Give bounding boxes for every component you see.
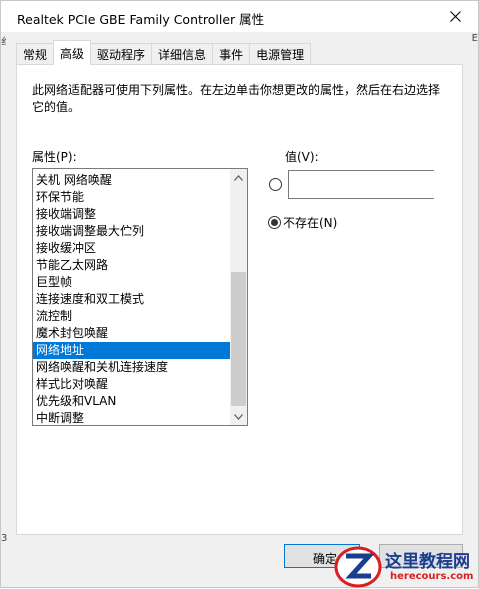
advanced-panel: 此网络适配器可使用下列属性。在左边单击你想更改的属性，然后在右边选择它的值。 属… [16,64,463,535]
property-list-item[interactable]: 魔术封包唤醒 [33,325,231,342]
background-text-fragment: E [471,33,478,44]
property-list-item[interactable]: 连接速度和双工模式 [33,291,231,308]
property-list-item[interactable]: 流控制 [33,308,231,325]
property-list-item[interactable]: 节能乙太网路 [33,257,231,274]
list-scrollbar[interactable] [230,169,247,425]
watermark-url: herecours.com [390,571,474,582]
title-bar: Realtek PCIe GBE Family Controller 属性 [1,1,478,32]
scroll-up-button[interactable] [230,169,247,186]
watermark-logo-icon [334,546,382,588]
property-list-item[interactable]: 接收端调整 [33,206,231,223]
window-title: Realtek PCIe GBE Family Controller 属性 [17,12,265,27]
close-icon [449,11,461,22]
not-present-label[interactable]: 不存在(N) [283,214,337,231]
value-label: 值(V): [285,150,319,164]
value-input[interactable] [288,170,434,199]
tab-1[interactable]: 高级 [53,40,92,65]
tab-5[interactable]: 电源管理 [249,43,312,65]
property-list-item[interactable]: 接收端调整最大伫列 [33,223,231,240]
property-list-item[interactable]: 接收缓冲区 [33,240,231,257]
tab-0[interactable]: 常规 [16,43,55,65]
property-label: 属性(P): [32,150,77,164]
chevron-up-icon [234,174,243,181]
background-text-fragment: 纟 [1,37,11,48]
watermark-title: 这里教程网 [385,552,470,572]
tab-4[interactable]: 事件 [212,43,251,65]
property-list-item[interactable]: 网络地址 [33,342,231,359]
tab-strip: 常规 高级 驱动程序 详细信息 事件 电源管理 [16,40,312,65]
property-list-item[interactable]: 网络唤醒和关机连接速度 [33,359,231,376]
background-text-fragment: 3 [1,533,8,544]
not-present-radio[interactable] [268,216,281,229]
scroll-down-button[interactable] [230,408,247,425]
property-list-item[interactable]: 巨型帧 [33,274,231,291]
site-watermark: 这里教程网 herecours.com [333,545,479,589]
property-list-item[interactable]: 环保节能 [33,189,231,206]
close-button[interactable] [440,3,470,30]
advanced-description: 此网络适配器可使用下列属性。在左边单击你想更改的属性，然后在右边选择它的值。 [32,83,441,114]
tab-2[interactable]: 驱动程序 [90,43,153,65]
property-listbox[interactable]: 关机 网络唤醒 环保节能 接收端调整 接收端调整最大伫列 接收缓冲区 节能乙太网路 巨型帧连… [32,168,248,426]
tab-3[interactable]: 详细信息 [151,43,214,65]
property-list-item[interactable]: 关机 网络唤醒 [33,172,231,189]
property-list: 关机 网络唤醒 环保节能 接收端调整 接收端调整最大伫列 接收缓冲区 节能乙太网路 巨型帧连… [33,172,231,425]
property-list-item[interactable]: 中断调整 [33,410,231,425]
value-radio[interactable] [269,178,282,191]
chevron-down-icon [234,413,243,420]
scroll-thumb[interactable] [231,272,246,406]
properties-dialog: Realtek PCIe GBE Family Controller 属性 纟 … [0,0,479,588]
property-list-item[interactable]: 优先级和VLAN [33,393,231,410]
property-list-item[interactable]: 样式比对唤醒 [33,376,231,393]
